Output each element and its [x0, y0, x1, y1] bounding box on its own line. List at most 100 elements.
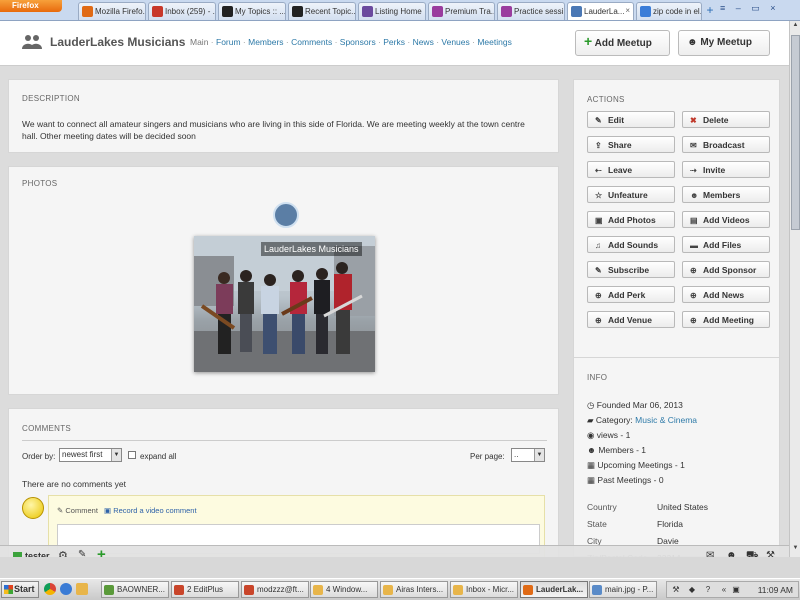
browser-tab[interactable]: Premium Tra... [428, 2, 495, 20]
action-label: Add Meeting [703, 315, 754, 325]
broadcast-button[interactable]: ✉ Broadcast [682, 136, 770, 153]
edit-icon[interactable]: ✎ [78, 549, 86, 557]
expand-tray-icon[interactable]: « [719, 585, 729, 595]
per-page-select[interactable]: .. ▼ [511, 448, 545, 462]
video-comment-label: Record a video comment [113, 506, 197, 515]
add-photos-button[interactable]: ▣ Add Photos [587, 211, 675, 228]
comments-card: COMMENTS Order by: newest first ▼ expand… [8, 408, 559, 557]
browser-tab[interactable]: zip code in el... [636, 2, 702, 20]
network-tray-icon[interactable]: ▣ [731, 585, 741, 595]
chevron-down-icon: ▼ [534, 449, 544, 461]
nav-link-venues[interactable]: Venues [441, 37, 469, 47]
nav-link-news[interactable]: News [413, 37, 434, 47]
my-meetup-button[interactable]: ☻ My Meetup [678, 30, 770, 56]
taskbar-item[interactable]: 4 Window... [310, 581, 378, 598]
taskbar-item[interactable]: modzzz@ft... [241, 581, 309, 598]
taskbar-item[interactable]: main.jpg - P... [589, 581, 657, 598]
nav-link-perks[interactable]: Perks [383, 37, 405, 47]
action-label: Members [703, 190, 741, 200]
delete-button[interactable]: ✖ Delete [682, 111, 770, 128]
wrench-tray-icon[interactable]: ⚒ [671, 585, 681, 595]
add-sponsor-button[interactable]: ⊕ Add Sponsor [682, 261, 770, 278]
nav-link-main[interactable]: Main [190, 37, 208, 47]
user-icon: ☻ [587, 445, 596, 455]
edit-button[interactable]: ✎ Edit [587, 111, 675, 128]
mail-icon[interactable]: ✉ [706, 550, 714, 557]
nav-link-members[interactable]: Members [248, 37, 283, 47]
vertical-scrollbar[interactable]: ▲ ▼ [789, 21, 800, 557]
username[interactable]: tester [25, 551, 50, 557]
browser-tab[interactable]: My Topics :: ... [218, 2, 286, 20]
leave-button[interactable]: ⇠ Leave [587, 161, 675, 178]
start-label: Start [14, 584, 35, 594]
nav-link-forum[interactable]: Forum [216, 37, 241, 47]
invite-button[interactable]: ⇢ Invite [682, 161, 770, 178]
scrollbar-thumb[interactable] [791, 35, 800, 230]
taskbar-item-label: LauderLak... [536, 585, 584, 594]
unfeature-button[interactable]: ☆ Unfeature [587, 186, 675, 203]
browser-tab[interactable]: Mozilla Firefo... [78, 2, 146, 20]
add-videos-button[interactable]: ▤ Add Videos [682, 211, 770, 228]
group-photo[interactable]: LauderLakes Musicians [194, 236, 375, 372]
close-tab-icon[interactable]: × [625, 6, 630, 15]
browser-tab[interactable]: Listing Home [358, 2, 426, 20]
security-tray-icon[interactable]: ◆ [687, 585, 697, 595]
add-news-button[interactable]: ⊕ Add News [682, 286, 770, 303]
tab-label: My Topics :: ... [235, 7, 286, 16]
share-button[interactable]: ⇪ Share [587, 136, 675, 153]
browser-tab[interactable]: Practice sessi... [497, 2, 565, 20]
taskbar-item[interactable]: BAOWNER... [101, 581, 169, 598]
browser-tab[interactable]: LauderLa... × [567, 2, 634, 20]
new-tab-button[interactable]: + [703, 4, 717, 18]
wrench-icon[interactable]: ⚒ [766, 550, 775, 557]
taskbar-item[interactable]: LauderLak... [520, 581, 588, 598]
category-link[interactable]: Music & Cinema [635, 415, 697, 425]
action-label: Unfeature [608, 190, 648, 200]
members-button[interactable]: ☻ Members [682, 186, 770, 203]
app-icon [453, 585, 463, 595]
taskbar-item[interactable]: Inbox - Micr... [450, 581, 518, 598]
tab-label: Practice sessi... [514, 7, 565, 16]
gear-icon[interactable]: ⚙ [58, 549, 68, 557]
photo-album-avatar[interactable] [273, 202, 299, 228]
ie-icon[interactable] [60, 583, 72, 595]
help-tray-icon[interactable]: ? [703, 585, 713, 595]
add-perk-button[interactable]: ⊕ Add Perk [587, 286, 675, 303]
browser-tab[interactable]: Inbox (259) - ... [148, 2, 216, 20]
taskbar-item[interactable]: Airas Inters... [380, 581, 448, 598]
user-icon[interactable]: ☻ [726, 550, 737, 557]
add-icon[interactable]: + [97, 546, 106, 557]
description-text: We want to connect all amateur singers a… [22, 119, 525, 141]
add-venue-button[interactable]: ⊕ Add Venue [587, 311, 675, 328]
window-controls[interactable]: ≡ ‒ ▭ × [720, 3, 780, 14]
firefox-menu-button[interactable]: Firefox [0, 0, 62, 12]
browser-tab[interactable]: Recent Topic... [288, 2, 356, 20]
outlook-icon[interactable] [76, 583, 88, 595]
nav-link-sponsors[interactable]: Sponsors [340, 37, 376, 47]
subscribe-button[interactable]: ✎ Subscribe [587, 261, 675, 278]
video-comment-tab[interactable]: ▣ Record a video comment [104, 506, 197, 515]
photos-icon: ▣ [595, 216, 603, 225]
no-comments-text: There are no comments yet [22, 479, 126, 489]
add-sounds-button[interactable]: ♫ Add Sounds [587, 236, 675, 253]
views-info: ◉ views - 1 [587, 430, 630, 441]
order-by-select[interactable]: newest first ▼ [59, 448, 122, 462]
nav-link-meetings[interactable]: Meetings [477, 37, 512, 47]
add-files-button[interactable]: ▬ Add Files [682, 236, 770, 253]
chrome-icon[interactable] [44, 583, 56, 595]
scroll-down-icon[interactable]: ▼ [791, 545, 800, 555]
past-meetings-info: ▦ Past Meetings - 0 [587, 475, 664, 486]
action-label: Edit [608, 115, 625, 125]
comment-tab-label: Comment [65, 506, 98, 515]
nav-link-comments[interactable]: Comments [291, 37, 332, 47]
start-button[interactable]: Start [1, 581, 39, 598]
taskbar-item[interactable]: 2 EditPlus [171, 581, 239, 598]
add-meeting-button[interactable]: ⊕ Add Meeting [682, 311, 770, 328]
scroll-up-icon[interactable]: ▲ [791, 22, 800, 32]
expand-all-label: expand all [140, 452, 177, 461]
expand-all-checkbox[interactable] [128, 451, 136, 459]
add-meetup-button[interactable]: + Add Meetup [575, 30, 670, 56]
comment-tab[interactable]: ✎ Comment [57, 506, 98, 515]
cart-icon[interactable]: ⛟ [746, 550, 759, 557]
music-icon: ♫ [595, 241, 601, 250]
